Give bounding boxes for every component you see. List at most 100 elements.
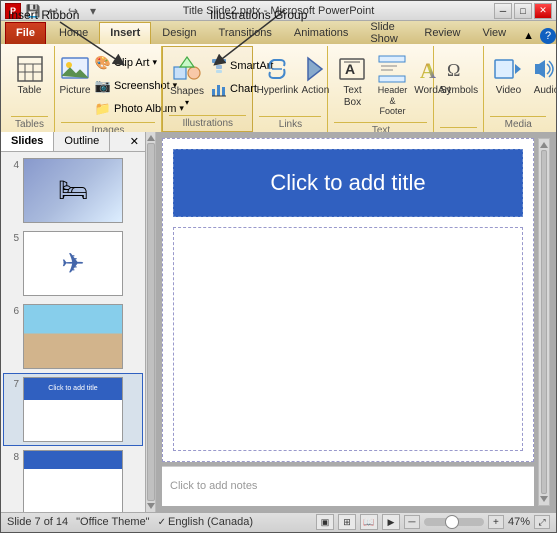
shapes-dropdown[interactable]: ▾: [185, 98, 189, 107]
canvas-scroll-thumb: [541, 150, 547, 494]
save-quick-btn[interactable]: 💾: [25, 3, 41, 19]
action-icon: [299, 53, 331, 85]
fit-window-btn[interactable]: ⤢: [534, 515, 550, 529]
tables-group-items: Table: [11, 48, 48, 114]
table-label: Table: [18, 85, 42, 97]
clip-art-dropdown[interactable]: ▾: [152, 57, 157, 68]
slide-preview-4: 🛏: [23, 158, 123, 223]
slide-num-6: 6: [7, 304, 19, 317]
tab-outline[interactable]: Outline: [54, 132, 110, 151]
ribbon-group-symbols: Ω Symbols: [434, 46, 484, 132]
smartart-icon: [211, 58, 227, 74]
theme-name: "Office Theme": [76, 516, 149, 528]
images-group-items: Picture 🎨 Clip Art ▾ 📷 Screenshot ▾ 📁: [61, 48, 155, 120]
slide-num-5: 5: [7, 231, 19, 244]
zoom-thumb: [445, 515, 459, 529]
svg-text:Ω: Ω: [447, 60, 460, 80]
canvas-vscrollbar[interactable]: [538, 138, 550, 506]
tab-insert[interactable]: Insert: [99, 22, 151, 44]
shapes-label: Shapes: [170, 86, 204, 98]
slide5-content: ✈: [61, 247, 84, 280]
hyperlink-icon: [261, 53, 293, 85]
panel-close[interactable]: ✕: [124, 132, 145, 151]
reading-view-btn[interactable]: 📖: [360, 514, 378, 530]
slide-title-area[interactable]: Click to add title: [173, 149, 523, 217]
redo-quick-btn[interactable]: ↪: [65, 3, 81, 19]
zoom-out-btn[interactable]: ─: [404, 515, 420, 529]
tab-view[interactable]: View: [471, 22, 517, 44]
video-button[interactable]: Video: [490, 50, 526, 100]
slide-panel-tabs: Slides Outline ✕: [1, 132, 145, 152]
close-button[interactable]: ✕: [534, 3, 552, 19]
tab-slides[interactable]: Slides: [1, 132, 54, 151]
slideshow-btn[interactable]: ▶: [382, 514, 400, 530]
ribbon-collapse[interactable]: ▲: [517, 28, 540, 44]
normal-view-btn[interactable]: ▣: [316, 514, 334, 530]
slide4-img: 🛏: [58, 176, 88, 205]
ribbon-content: Table Tables Picture: [1, 44, 556, 132]
window-title: Title Slide2.pptx - Microsoft PowerPoint: [183, 5, 375, 17]
tab-file[interactable]: File: [5, 22, 46, 44]
scroll-down-arrow[interactable]: [147, 503, 155, 509]
minimize-button[interactable]: ─: [494, 3, 512, 19]
textbox-icon: A: [336, 53, 368, 85]
slide-num-4: 4: [7, 158, 19, 171]
restore-button[interactable]: □: [514, 3, 532, 19]
tab-animations[interactable]: Animations: [283, 22, 359, 44]
main-window: P 💾 ↩ ↪ ▾ Title Slide2.pptx - Microsoft …: [0, 0, 557, 533]
slide-thumb-6[interactable]: 6: [3, 300, 143, 373]
symbols-icon: Ω: [443, 53, 475, 85]
zoom-in-btn[interactable]: +: [488, 515, 504, 529]
help-button[interactable]: ?: [540, 28, 556, 44]
header-footer-button[interactable]: Header& Footer: [372, 50, 412, 120]
undo-quick-btn[interactable]: ↩: [45, 3, 61, 19]
table-button[interactable]: Table: [11, 50, 48, 100]
shapes-button[interactable]: Shapes ▾: [169, 51, 205, 110]
chart-icon: [211, 81, 227, 97]
symbols-button[interactable]: Ω Symbols: [440, 50, 477, 100]
textbox-button[interactable]: A Text Box: [334, 50, 370, 112]
tab-transitions[interactable]: Transitions: [208, 22, 283, 44]
scroll-up-arrow[interactable]: [147, 135, 155, 141]
slide-thumb-4[interactable]: 4 🛏: [3, 154, 143, 227]
app-icon: P: [5, 3, 21, 19]
media-group-items: Video Audio: [490, 48, 546, 114]
slide-thumb-5[interactable]: 5 ✈: [3, 227, 143, 300]
tab-slideshow[interactable]: Slide Show: [359, 22, 413, 44]
canvas-scroll-down[interactable]: [540, 496, 548, 502]
qa-dropdown[interactable]: ▾: [85, 3, 101, 19]
canvas-scroll-up[interactable]: [540, 142, 548, 148]
header-footer-icon: [376, 53, 408, 85]
tables-group-label: Tables: [11, 116, 48, 132]
illustrations-group-label: Illustrations: [169, 115, 246, 131]
audio-label: Audio: [534, 85, 557, 97]
status-bar: Slide 7 of 14 "Office Theme" ✓ English (…: [1, 512, 556, 532]
slide-title-placeholder[interactable]: Click to add title: [270, 170, 425, 196]
hyperlink-label: Hyperlink: [257, 85, 299, 97]
panel-scrollbar[interactable]: [146, 132, 156, 512]
tab-review[interactable]: Review: [413, 22, 471, 44]
slide-thumb-8[interactable]: 8: [3, 446, 143, 512]
audio-button[interactable]: Audio: [528, 50, 557, 100]
textbox-label: Text Box: [338, 85, 366, 109]
slide7-title: Click to add title: [48, 385, 97, 392]
links-group-items: Hyperlink Action: [259, 48, 321, 114]
title-bar: P 💾 ↩ ↪ ▾ Title Slide2.pptx - Microsoft …: [1, 1, 556, 21]
slide-body-area[interactable]: [173, 227, 523, 451]
canvas-container: Click to add title Click to add notes: [156, 132, 556, 512]
tab-home[interactable]: Home: [48, 22, 99, 44]
slide-count: Slide 7 of 14: [7, 516, 68, 528]
slide-canvas: Click to add title: [162, 138, 534, 462]
notes-area[interactable]: Click to add notes: [162, 466, 534, 506]
slide-sorter-btn[interactable]: ⊞: [338, 514, 356, 530]
picture-button[interactable]: Picture: [61, 50, 89, 100]
ribbon-group-text: A Text Box Head: [328, 46, 434, 132]
window-controls: ─ □ ✕: [494, 3, 552, 19]
tab-design[interactable]: Design: [151, 22, 207, 44]
hyperlink-button[interactable]: Hyperlink: [259, 50, 295, 100]
screenshot-icon: 📷: [95, 78, 111, 94]
zoom-slider[interactable]: [424, 518, 484, 526]
slide-thumb-7[interactable]: 7 Click to add title: [3, 373, 143, 446]
zoom-level: 47%: [508, 516, 530, 528]
notes-placeholder: Click to add notes: [170, 480, 257, 492]
